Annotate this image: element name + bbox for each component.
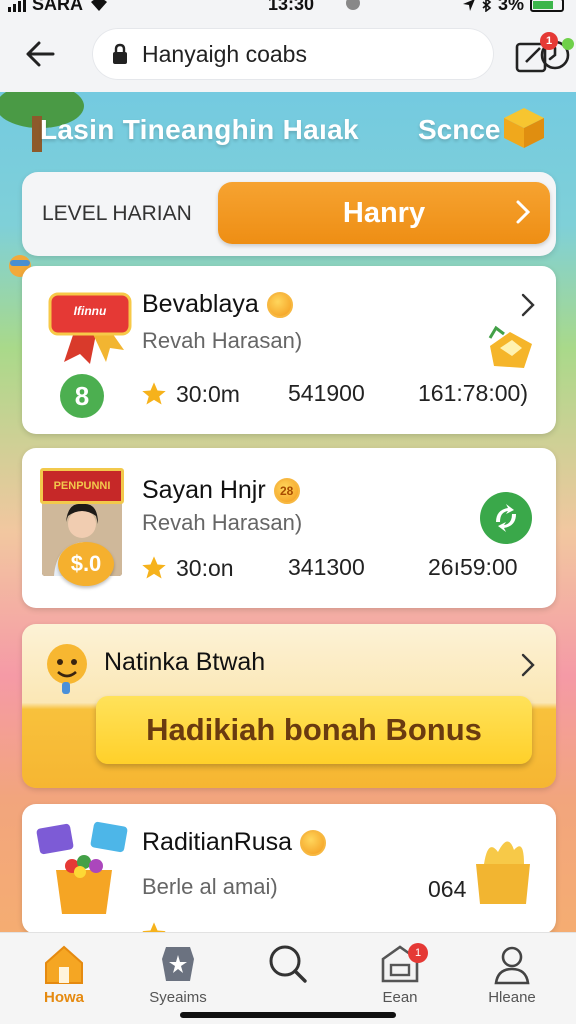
- ribbon-badge-icon: Ifinnu: [44, 284, 136, 364]
- nav-label: Syeaims: [149, 989, 207, 1006]
- nav-label: Hleane: [488, 989, 536, 1006]
- nav-badge: 1: [408, 943, 428, 963]
- rating-stat: 30:0m: [140, 380, 240, 408]
- chevron-right-icon[interactable]: [520, 292, 536, 318]
- rating-stat: 30:on: [140, 554, 234, 582]
- back-button[interactable]: [20, 34, 60, 74]
- level-badge-text: 8: [74, 380, 90, 411]
- level-button-label: Hanry: [342, 196, 426, 229]
- battery-icon: [530, 0, 564, 12]
- list-item[interactable]: PENPUNNI $.0 Sayan Hnjr 28 Revah Harasan…: [22, 448, 556, 608]
- treasure-box-icon: [476, 841, 530, 904]
- item-subtitle: Revah Harasan): [142, 510, 303, 535]
- notification-dot: [562, 38, 574, 50]
- tabs-button[interactable]: 1: [514, 32, 558, 78]
- time-value: 161:78:00): [418, 380, 528, 406]
- coin-stack-icon: [488, 325, 532, 368]
- price-badge: $.0: [58, 542, 114, 586]
- item-title: Sayan Hnjr 28: [142, 476, 300, 505]
- item-title-text: Bevablaya: [142, 290, 259, 318]
- browser-bar: Hanyaigh coabs 1: [0, 16, 576, 92]
- status-right: 3%: [462, 0, 564, 15]
- search-icon: [269, 945, 307, 983]
- level-label: LEVEL HARIAN: [42, 202, 192, 225]
- shop-sign: PENPUNNI: [40, 468, 124, 504]
- page-title: Lasin Tineanghin Haıak: [40, 114, 359, 145]
- shield-icon: [162, 947, 194, 981]
- item-subtitle: Berle al amai): [142, 874, 278, 899]
- nav-home[interactable]: Howa: [14, 943, 114, 1006]
- signal-icon: [8, 0, 26, 12]
- nav-store[interactable]: 1 Eean: [350, 943, 450, 1006]
- nav-label: Howa: [43, 989, 84, 1006]
- coin-icon: 28: [273, 477, 300, 504]
- coin-icon: [300, 829, 327, 856]
- gift-box-icon[interactable]: [500, 102, 548, 150]
- item-title: RaditianRusa: [142, 828, 327, 857]
- clock: 13:30: [268, 0, 315, 14]
- arrow-left-icon: [26, 41, 55, 67]
- status-bar: SARA 13:30 3%: [0, 0, 576, 16]
- claim-bonus-button[interactable]: Hadikiah bonah Bonus: [96, 696, 532, 764]
- gift-basket-icon: [36, 821, 128, 914]
- ribbon-text: Ifinnu: [73, 304, 107, 318]
- chevron-right-icon[interactable]: [520, 652, 536, 678]
- count-value: 541900: [288, 380, 365, 406]
- list-item[interactable]: RaditianRusa Berle al amai) 064: [22, 804, 556, 934]
- bonus-promo-banner[interactable]: Natinka Btwah Hadikiah bonah Bonus: [22, 624, 556, 788]
- status-left: SARA: [8, 0, 109, 15]
- nav-label: Eean: [382, 989, 418, 1006]
- scene-link[interactable]: Scnce: [418, 114, 501, 146]
- refresh-bolt-icon: [496, 504, 516, 532]
- item-subtitle: Revah Harasan): [142, 328, 303, 353]
- url-text: Hanyaigh coabs: [142, 41, 307, 67]
- rating-value: 30:on: [176, 554, 234, 581]
- nav-systems[interactable]: Syeaims: [128, 943, 228, 1006]
- mascot-icon: [47, 644, 87, 694]
- nav-search[interactable]: [238, 943, 338, 989]
- carrier-label: SARA: [32, 0, 84, 14]
- level-button[interactable]: Hanry: [218, 182, 550, 244]
- item-title-text: Sayan Hnjr: [142, 476, 266, 504]
- home-icon: [45, 945, 83, 984]
- count-value: 341300: [288, 554, 365, 580]
- list-item[interactable]: Ifinnu Bevablaya Revah Harasan) 8 30:0m …: [22, 266, 556, 434]
- chevron-right-icon: [516, 200, 531, 224]
- level-badge: 8: [60, 374, 104, 418]
- bluetooth-icon: [482, 0, 492, 12]
- time-value: 26ı59:00: [428, 554, 518, 580]
- wifi-icon: [91, 0, 108, 11]
- bottom-nav: Howa Syeaims 1 Eean Hleane: [0, 932, 576, 1024]
- camera-indicator-icon: [346, 0, 360, 10]
- promo-title: Natinka Btwah: [104, 648, 266, 676]
- item-title: Bevablaya: [142, 290, 293, 319]
- star-icon: [142, 556, 166, 579]
- home-indicator: [180, 1012, 396, 1018]
- address-bar[interactable]: Hanyaigh coabs: [92, 28, 574, 80]
- battery-percent: 3%: [497, 0, 524, 14]
- nav-profile[interactable]: Hleane: [462, 943, 562, 1006]
- count-value: 064: [428, 876, 467, 902]
- lock-icon: [113, 43, 127, 64]
- item-title-text: RaditianRusa: [142, 828, 293, 856]
- star-icon: [142, 382, 166, 405]
- coin-icon: [266, 291, 293, 318]
- status-circle[interactable]: [480, 492, 532, 544]
- profile-icon: [494, 946, 530, 985]
- daily-level-bar: LEVEL HARIAN Hanry: [22, 172, 556, 256]
- rating-value: 30:0m: [176, 380, 240, 407]
- location-icon: [462, 0, 475, 11]
- tabs-badge: 1: [540, 32, 558, 50]
